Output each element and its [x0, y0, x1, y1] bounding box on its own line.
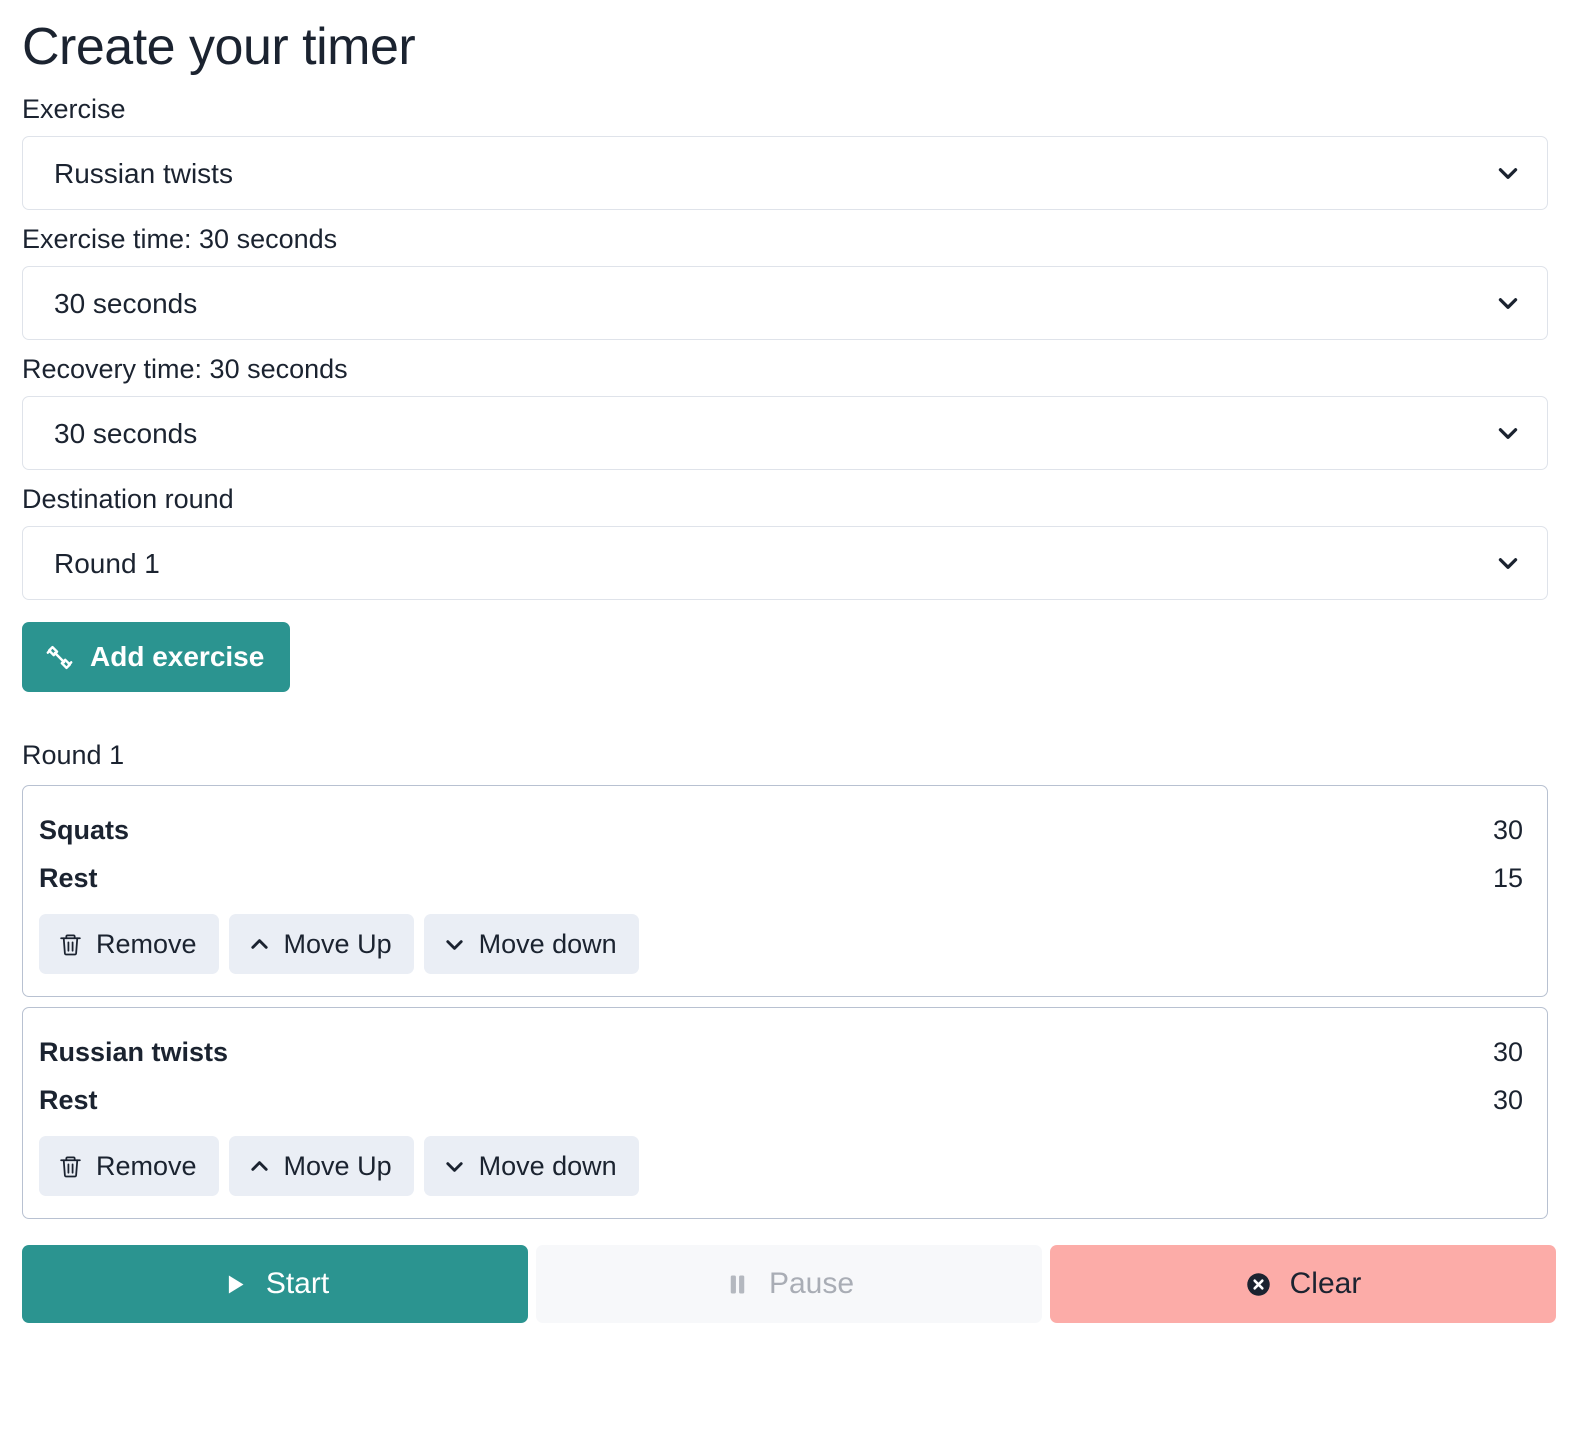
exercise-select[interactable]: Russian twists — [22, 136, 1548, 210]
exercise-time-select-value: 30 seconds — [54, 288, 198, 319]
dumbbell-icon — [45, 643, 74, 672]
play-icon — [221, 1271, 248, 1298]
pause-button[interactable]: Pause — [536, 1245, 1042, 1323]
move-down-button[interactable]: Move down — [423, 914, 639, 974]
exercise-rest-row: Rest 30 — [39, 1076, 1523, 1124]
create-timer-page: Create your timer Exercise Russian twist… — [0, 0, 1578, 1323]
move-up-label: Move Up — [283, 1150, 392, 1181]
start-label: Start — [265, 1267, 330, 1300]
recovery-time-select-value: 30 seconds — [54, 418, 198, 449]
exercise-duration: 30 — [1492, 815, 1523, 845]
clear-button[interactable]: Clear — [1050, 1245, 1556, 1323]
exercise-time-label: Exercise time: 30 seconds — [22, 224, 338, 254]
chevron-down-icon — [1495, 550, 1521, 576]
exercise-name-row: Russian twists 30 — [39, 1028, 1523, 1076]
exercise-name-row: Squats 30 — [39, 806, 1523, 854]
exercise-actions: Remove Move Up Move down — [39, 1136, 1523, 1196]
exercise-name: Russian twists — [39, 1037, 229, 1067]
chevron-down-icon — [443, 933, 466, 956]
move-down-button[interactable]: Move down — [423, 1136, 639, 1196]
exercise-rest-label: Rest — [39, 1085, 98, 1115]
chevron-down-icon — [1495, 160, 1521, 186]
recovery-time-label: Recovery time: 30 seconds — [22, 354, 348, 384]
pause-icon — [724, 1271, 751, 1298]
move-down-label: Move down — [478, 928, 617, 959]
exercise-select-value: Russian twists — [54, 158, 233, 189]
add-exercise-label: Add exercise — [90, 641, 265, 672]
start-button[interactable]: Start — [22, 1245, 528, 1323]
exercise-rest-row: Rest 15 — [39, 854, 1523, 902]
exercise-rest-duration: 30 — [1492, 1085, 1523, 1115]
trash-icon — [58, 932, 83, 957]
round-label: Round 1 — [22, 740, 125, 770]
exercise-actions: Remove Move Up Move down — [39, 914, 1523, 974]
exercise-duration: 30 — [1492, 1037, 1523, 1067]
chevron-up-icon — [248, 933, 271, 956]
x-circle-icon — [1245, 1271, 1272, 1298]
move-up-button[interactable]: Move Up — [228, 1136, 414, 1196]
add-exercise-button[interactable]: Add exercise — [22, 622, 291, 692]
trash-icon — [58, 1154, 83, 1179]
destination-round-select-value: Round 1 — [54, 548, 160, 579]
chevron-up-icon — [248, 1155, 271, 1178]
exercise-rest-label: Rest — [39, 863, 98, 893]
exercise-time-select[interactable]: 30 seconds — [22, 266, 1548, 340]
clear-label: Clear — [1289, 1267, 1362, 1300]
recovery-time-select[interactable]: 30 seconds — [22, 396, 1548, 470]
page-title: Create your timer — [22, 18, 416, 76]
remove-label: Remove — [96, 1150, 197, 1181]
chevron-down-icon — [443, 1155, 466, 1178]
exercise-rest-duration: 15 — [1492, 863, 1523, 893]
move-up-label: Move Up — [283, 928, 392, 959]
exercise-card: Squats 30 Rest 15 Remove Move Up Move do… — [22, 785, 1548, 997]
pause-label: Pause — [768, 1267, 855, 1300]
chevron-down-icon — [1495, 290, 1521, 316]
exercise-name: Squats — [39, 815, 130, 845]
remove-label: Remove — [96, 928, 197, 959]
destination-round-label: Destination round — [22, 484, 234, 514]
move-up-button[interactable]: Move Up — [228, 914, 414, 974]
chevron-down-icon — [1495, 420, 1521, 446]
remove-button[interactable]: Remove — [39, 914, 219, 974]
exercise-card: Russian twists 30 Rest 30 Remove Move Up… — [22, 1007, 1548, 1219]
destination-round-select[interactable]: Round 1 — [22, 526, 1548, 600]
timer-controls: Start Pause Clear — [22, 1245, 1556, 1323]
move-down-label: Move down — [478, 1150, 617, 1181]
remove-button[interactable]: Remove — [39, 1136, 219, 1196]
exercise-label: Exercise — [22, 94, 126, 124]
